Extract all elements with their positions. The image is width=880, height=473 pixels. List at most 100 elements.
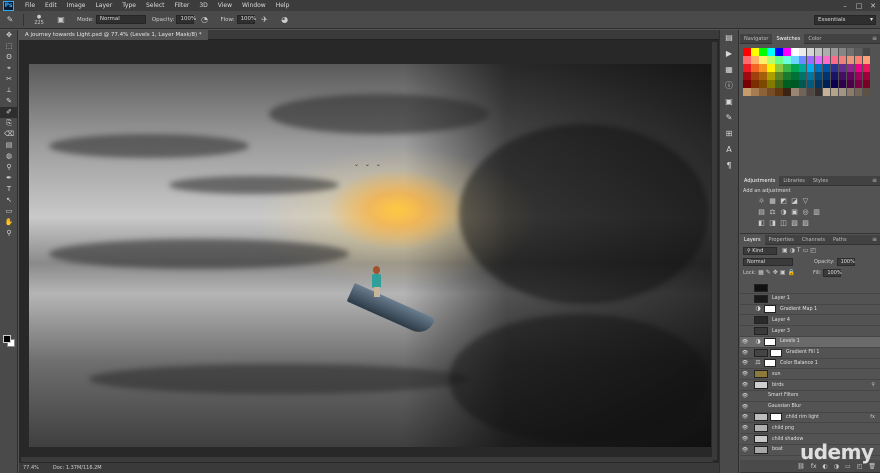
color-swatch[interactable]: [838, 55, 847, 64]
color-swatch[interactable]: [838, 87, 847, 96]
layer-row[interactable]: Layer 3: [740, 326, 880, 337]
opacity-field[interactable]: 100%: [176, 15, 196, 24]
layer-effects-icon[interactable]: ⚲: [871, 382, 875, 388]
panel-toggle-icon[interactable]: ▶: [720, 46, 738, 62]
color-swatch[interactable]: [798, 55, 807, 64]
layer-row[interactable]: ◑ Gradient Map 1: [740, 304, 880, 316]
color-swatch[interactable]: [830, 71, 839, 80]
mode-select[interactable]: Normal: [95, 15, 146, 24]
color-swatch[interactable]: [854, 79, 863, 88]
tool-icon[interactable]: ✥: [0, 30, 18, 41]
layer-row[interactable]: 👁 Smart Filters: [740, 390, 880, 402]
color-swatch[interactable]: [846, 55, 855, 64]
panel-toggle-icon[interactable]: ¶: [720, 158, 738, 174]
adjustment-icon[interactable]: ▽: [800, 197, 811, 206]
filter-smart-icon[interactable]: ◰: [810, 247, 816, 254]
layer-row[interactable]: 👁 ⚖ Color Balance 1: [740, 358, 880, 370]
layer-mask-thumbnail[interactable]: [764, 359, 776, 368]
tab-channels[interactable]: Channels: [798, 235, 829, 245]
color-swatch[interactable]: [822, 87, 831, 96]
menu-layer[interactable]: Layer: [90, 2, 117, 9]
visibility-eye-icon[interactable]: 👁: [740, 447, 750, 453]
color-swatch[interactable]: [750, 87, 759, 96]
color-swatch[interactable]: [814, 63, 823, 72]
brush-preset-picker[interactable]: ● 225: [31, 14, 47, 26]
canvas[interactable]: ⌄ ⌄ ⌄: [29, 64, 711, 447]
tool-icon[interactable]: ✐: [0, 107, 18, 118]
tool-icon[interactable]: ⬚: [0, 41, 18, 52]
tool-icon[interactable]: ⚲: [0, 228, 18, 239]
tab-layers[interactable]: Layers: [740, 234, 765, 245]
color-swatch[interactable]: [806, 79, 815, 88]
menu-3d[interactable]: 3D: [194, 2, 212, 9]
color-swatch[interactable]: [750, 48, 759, 56]
lock-transparent-icon[interactable]: ▦: [758, 269, 764, 276]
color-swatch[interactable]: [766, 71, 775, 80]
layer-row[interactable]: 👁 Gradient Fill 1: [740, 347, 880, 359]
panel-menu-icon[interactable]: ≡: [872, 35, 877, 42]
color-swatch[interactable]: [854, 71, 863, 80]
adjustment-icon[interactable]: ◧: [756, 219, 767, 228]
layer-filter-kind-select[interactable]: ⚲ Kind: [743, 246, 777, 255]
menu-window[interactable]: Window: [237, 2, 271, 9]
color-swatch[interactable]: [838, 48, 847, 56]
layer-row[interactable]: Layer 1: [740, 293, 880, 305]
tool-icon[interactable]: T: [0, 184, 18, 195]
color-swatch[interactable]: [814, 71, 823, 80]
visibility-eye-icon[interactable]: 👁: [740, 350, 750, 356]
brush-panel-toggle-icon[interactable]: ▣: [55, 14, 67, 26]
color-swatch[interactable]: [798, 48, 807, 56]
layer-row[interactable]: 👁 ◑ Levels 1: [740, 336, 880, 348]
color-swatch[interactable]: [862, 79, 871, 88]
zoom-level[interactable]: 77.4%: [23, 465, 39, 471]
color-swatch[interactable]: [782, 87, 791, 96]
color-swatch[interactable]: [758, 63, 767, 72]
tool-icon[interactable]: ▭: [0, 206, 18, 217]
menu-type[interactable]: Type: [117, 2, 141, 9]
foreground-color-swatch[interactable]: [3, 335, 11, 343]
layer-row[interactable]: 👁 Gaussian Blur: [740, 401, 880, 413]
brush-tool-icon[interactable]: ✎: [4, 14, 16, 26]
lock-all-icon[interactable]: 🔒: [788, 269, 795, 276]
color-swatch[interactable]: [854, 55, 863, 64]
color-swatch[interactable]: [806, 55, 815, 64]
filter-shape-icon[interactable]: ▭: [803, 247, 809, 254]
tab-properties[interactable]: Properties: [765, 235, 798, 245]
horizontal-scrollbar[interactable]: [21, 457, 713, 462]
color-swatch[interactable]: [766, 63, 775, 72]
color-swatch[interactable]: [798, 63, 807, 72]
color-swatch[interactable]: [830, 55, 839, 64]
adjustment-icon[interactable]: ▧: [789, 219, 800, 228]
layer-row[interactable]: 👁 child png: [740, 423, 880, 435]
color-swatch[interactable]: [782, 63, 791, 72]
color-swatch[interactable]: [758, 79, 767, 88]
color-swatch[interactable]: [790, 71, 799, 80]
menu-help[interactable]: Help: [271, 2, 295, 9]
color-swatch[interactable]: [830, 87, 839, 96]
color-swatch[interactable]: [854, 63, 863, 72]
color-swatch[interactable]: [814, 55, 823, 64]
visibility-eye-icon[interactable]: 👁: [740, 382, 750, 388]
color-swatch[interactable]: [830, 48, 839, 56]
menu-image[interactable]: Image: [62, 2, 91, 9]
blend-mode-select[interactable]: Normal: [743, 257, 793, 266]
adjustment-icon[interactable]: ▨: [800, 219, 811, 228]
color-swatch[interactable]: [774, 79, 783, 88]
menu-filter[interactable]: Filter: [170, 2, 195, 9]
tool-icon[interactable]: ▤: [0, 140, 18, 151]
color-swatch[interactable]: [838, 71, 847, 80]
color-swatch[interactable]: [750, 71, 759, 80]
color-swatch[interactable]: [814, 48, 823, 56]
airbrush-icon[interactable]: ✈: [259, 14, 271, 26]
adjustment-icon[interactable]: ◩: [778, 197, 789, 206]
color-swatch[interactable]: [790, 48, 799, 56]
tool-icon[interactable]: ✋: [0, 217, 18, 228]
layer-effects-icon[interactable]: fx: [870, 414, 875, 420]
document-size[interactable]: Doc: 1.37M/116.2M: [53, 465, 102, 471]
visibility-eye-icon[interactable]: 👁: [740, 339, 750, 345]
color-swatch[interactable]: [743, 55, 751, 64]
adjustment-icon[interactable]: ▤: [756, 208, 767, 217]
color-swatch[interactable]: [814, 87, 823, 96]
document-tab[interactable]: A journey towards Light.psd @ 77.4% (Lev…: [19, 30, 208, 40]
panel-toggle-icon[interactable]: ▦: [720, 62, 738, 78]
